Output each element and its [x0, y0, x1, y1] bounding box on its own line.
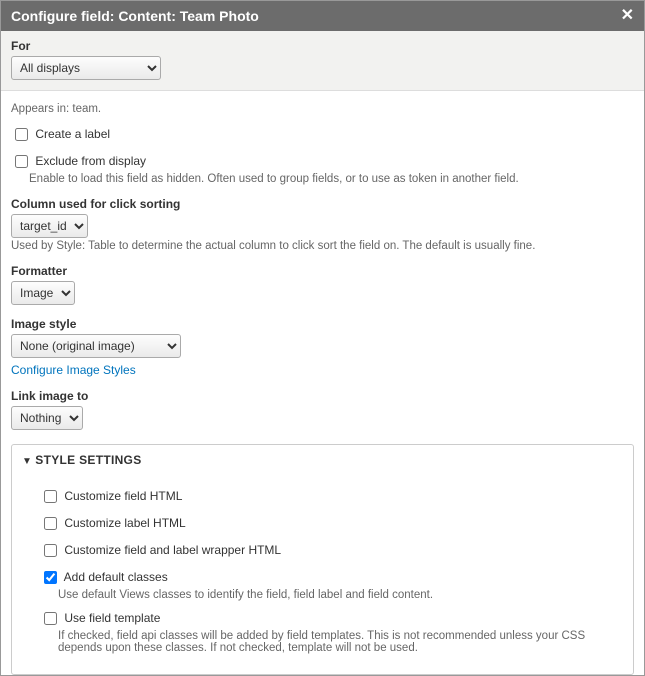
- style-settings-summary[interactable]: STYLE SETTINGS: [12, 445, 633, 475]
- create-label-checkbox[interactable]: [15, 128, 28, 141]
- exclude-help: Enable to load this field as hidden. Oft…: [29, 173, 634, 185]
- exclude-label: Exclude from display: [35, 154, 146, 168]
- customize-wrapper-html-row[interactable]: Customize field and label wrapper HTML: [40, 543, 281, 557]
- customize-label-html-checkbox[interactable]: [44, 517, 57, 530]
- click-sort-select[interactable]: target_id: [11, 214, 88, 238]
- modal-content: Appears in: team. Create a label Exclude…: [1, 91, 644, 675]
- link-to-label: Link image to: [11, 389, 634, 403]
- close-icon[interactable]: ✕: [621, 8, 634, 24]
- image-style-label: Image style: [11, 317, 634, 331]
- click-sort-label: Column used for click sorting: [11, 197, 634, 211]
- for-label: For: [11, 39, 634, 53]
- modal-header: Configure field: Content: Team Photo ✕: [1, 1, 644, 31]
- customize-wrapper-html-checkbox[interactable]: [44, 544, 57, 557]
- field-template-row[interactable]: Use field template: [40, 611, 160, 625]
- for-select[interactable]: All displays: [11, 56, 161, 80]
- appears-in-text: Appears in: team.: [11, 103, 634, 115]
- default-classes-row[interactable]: Add default classes: [40, 570, 168, 584]
- modal-title: Configure field: Content: Team Photo: [11, 8, 259, 24]
- create-label-row[interactable]: Create a label: [11, 127, 110, 141]
- configure-image-styles-link[interactable]: Configure Image Styles: [11, 363, 136, 377]
- exclude-row[interactable]: Exclude from display: [11, 154, 146, 168]
- create-label-text: Create a label: [35, 127, 110, 141]
- default-classes-checkbox[interactable]: [44, 571, 57, 584]
- field-template-checkbox[interactable]: [44, 612, 57, 625]
- formatter-label: Formatter: [11, 264, 634, 278]
- customize-field-html-row[interactable]: Customize field HTML: [40, 489, 182, 503]
- style-settings-fieldset: STYLE SETTINGS Customize field HTML Cust…: [11, 444, 634, 675]
- formatter-select[interactable]: Image: [11, 281, 75, 305]
- customize-label-html-row[interactable]: Customize label HTML: [40, 516, 186, 530]
- customize-field-html-checkbox[interactable]: [44, 490, 57, 503]
- for-section: For All displays: [1, 31, 644, 91]
- default-classes-help: Use default Views classes to identify th…: [58, 589, 623, 601]
- link-to-select[interactable]: Nothing: [11, 406, 83, 430]
- exclude-checkbox[interactable]: [15, 155, 28, 168]
- click-sort-help: Used by Style: Table to determine the ac…: [11, 240, 634, 252]
- configure-field-modal: Configure field: Content: Team Photo ✕ F…: [0, 0, 645, 676]
- field-template-help: If checked, field api classes will be ad…: [58, 630, 623, 654]
- image-style-select[interactable]: None (original image): [11, 334, 181, 358]
